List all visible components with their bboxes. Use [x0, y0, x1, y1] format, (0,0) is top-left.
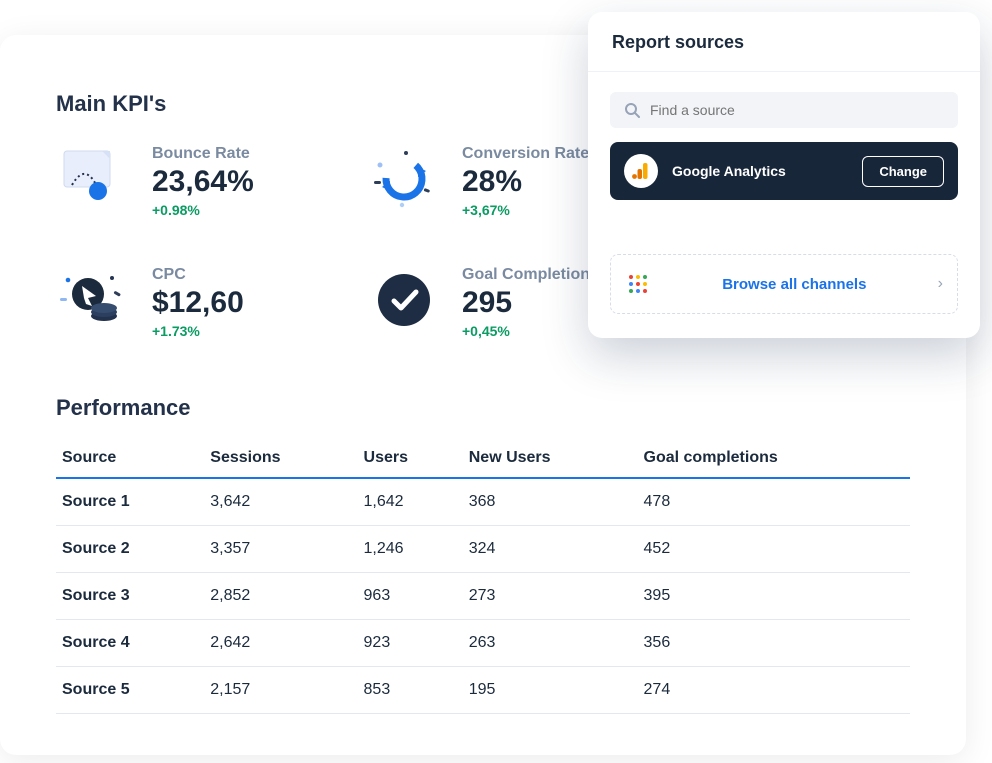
kpi-delta: +1.73%: [152, 323, 244, 339]
selected-source-name: Google Analytics: [672, 163, 848, 179]
browse-channels-button[interactable]: Browse all channels ›: [610, 254, 958, 314]
channels-grid-icon: [625, 271, 651, 297]
table-row: Source 4 2,642 923 263 356: [56, 620, 910, 667]
table-header-row: Source Sessions Users New Users Goal com…: [56, 439, 910, 478]
table-row: Source 5 2,157 853 195 274: [56, 667, 910, 714]
goal-completions-icon: [366, 266, 442, 334]
kpi-delta: +0,45%: [462, 323, 599, 339]
source-search-input[interactable]: [650, 102, 944, 118]
kpi-label: Bounce Rate: [152, 145, 254, 163]
browse-channels-label: Browse all channels: [665, 276, 924, 293]
kpi-cpc: CPC $12,60 +1.73%: [56, 266, 346, 339]
kpi-label: Goal Completions: [462, 266, 599, 284]
chevron-right-icon: ›: [938, 275, 943, 293]
col-goal: Goal completions: [638, 439, 910, 478]
table-row: Source 2 3,357 1,246 324 452: [56, 526, 910, 573]
selected-source-row: Google Analytics Change: [610, 142, 958, 200]
table-row: Source 3 2,852 963 273 395: [56, 573, 910, 620]
kpi-bounce-rate: Bounce Rate 23,64% +0.98%: [56, 145, 346, 218]
performance-section-title: Performance: [56, 395, 910, 421]
kpi-value: $12,60: [152, 286, 244, 319]
col-source: Source: [56, 439, 204, 478]
table-row: Source 1 3,642 1,642 368 478: [56, 478, 910, 526]
kpi-value: 28%: [462, 165, 589, 198]
conversion-rate-icon: [366, 145, 442, 213]
change-source-button[interactable]: Change: [862, 156, 944, 187]
sources-panel-title: Report sources: [588, 12, 980, 72]
search-icon: [624, 102, 640, 118]
kpi-value: 295: [462, 286, 599, 319]
bounce-rate-icon: [56, 145, 132, 213]
col-users: Users: [358, 439, 463, 478]
kpi-label: Conversion Rate: [462, 145, 589, 163]
google-analytics-icon: [624, 154, 658, 188]
col-new-users: New Users: [463, 439, 638, 478]
col-sessions: Sessions: [204, 439, 357, 478]
kpi-delta: +3,67%: [462, 202, 589, 218]
kpi-label: CPC: [152, 266, 244, 284]
kpi-value: 23,64%: [152, 165, 254, 198]
source-search[interactable]: [610, 92, 958, 128]
kpi-delta: +0.98%: [152, 202, 254, 218]
report-sources-panel: Report sources Google Analytics Change: [588, 12, 980, 338]
performance-table: Source Sessions Users New Users Goal com…: [56, 439, 910, 714]
cpc-icon: [56, 266, 132, 334]
